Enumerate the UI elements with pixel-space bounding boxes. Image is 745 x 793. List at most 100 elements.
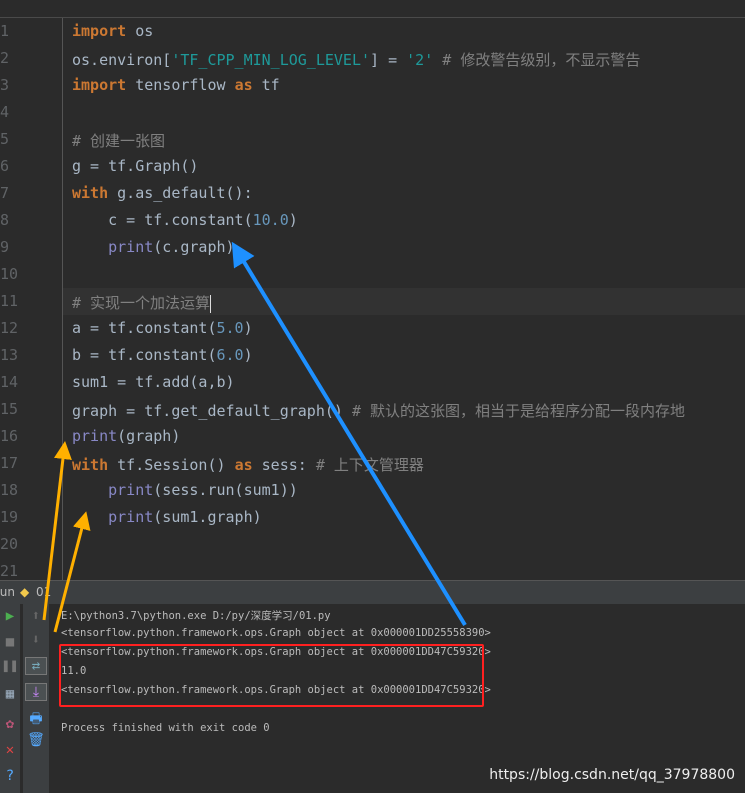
code-token: tf [252,76,280,94]
console-line: Process finished with exit code 0 [61,722,270,734]
code-line[interactable]: import os [72,22,153,40]
code-token: tf.Session() [108,456,235,474]
line-number: 6 [0,157,10,175]
code-token: # 实现一个加法运算 [72,294,211,312]
run-panel-header: Run ◆ 01 [0,580,745,604]
code-token: # 创建一张图 [72,132,166,150]
code-line[interactable]: b = tf.constant(6.0) [72,346,253,364]
soft-wrap-icon[interactable]: ⇄ [25,657,47,675]
gutter-divider [62,18,63,580]
line-number: 21 [0,562,19,580]
line-number: 19 [0,508,19,526]
highlight-box [59,644,484,707]
down-arrow-icon[interactable]: ⬇ [26,632,46,648]
code-line[interactable]: graph = tf.get_default_graph() # 默认的这张图，… [72,400,685,421]
code-token: (sum1.graph) [153,508,262,526]
code-line[interactable]: a = tf.constant(5.0) [72,319,253,337]
line-number: 15 [0,400,19,418]
line-number: 5 [0,130,10,148]
code-token: # 默认的这张图，相当于是给程序分配一段内存地 [351,402,686,420]
debug-icon[interactable]: ✿ [0,716,20,732]
up-arrow-icon[interactable]: ⬆ [26,608,46,624]
code-line[interactable]: with g.as_default(): [72,184,253,202]
code-line[interactable]: g = tf.Graph() [72,157,198,175]
run-toolbar: ▶ ■ ❚❚ ▦ ✿ ✕ ? [0,604,20,793]
code-token: 5.0 [216,319,244,337]
console-toolbar: ⬆ ⬇ ⇄ ⤓ 🖶 🗑 [22,604,49,793]
code-token: # 修改警告级别，不显示警告 [433,51,641,69]
line-number: 11 [0,292,19,310]
code-token: os.environ[ [72,51,172,69]
code-token: b = tf.constant( [72,346,217,364]
code-line[interactable]: os.environ['TF_CPP_MIN_LOG_LEVEL'] = '2'… [72,49,640,70]
code-token: import [72,76,127,94]
code-token: ) [243,346,253,364]
pause-icon[interactable]: ❚❚ [0,658,20,674]
code-token: graph = tf.get_default_graph() [72,402,352,420]
code-line[interactable]: import tensorflow as tf [72,76,280,94]
watermark: https://blog.csdn.net/qq_37978800 [489,767,735,783]
console-line: E:\python3.7\python.exe D:/py/深度学习/01.py [61,610,331,622]
line-number: 14 [0,373,19,391]
code-token: as [234,76,253,94]
code-line[interactable]: # 实现一个加法运算 [72,292,212,313]
run-tab[interactable]: 01 [36,581,51,604]
code-token: as [234,456,253,474]
code-token: import [72,22,127,40]
code-token: g.as_default(): [108,184,253,202]
code-line[interactable]: with tf.Session() as sess: # 上下文管理器 [72,454,424,475]
code-token: tensorflow [126,76,235,94]
line-number: 9 [0,238,10,256]
stop-icon[interactable]: ■ [0,634,20,650]
line-number: 20 [0,535,19,553]
code-token: (sess.run(sum1)) [153,481,298,499]
help-icon[interactable]: ? [0,768,20,784]
line-number: 2 [0,49,10,67]
code-line[interactable]: print(graph) [72,427,180,445]
code-line[interactable]: print(c.graph) [72,238,235,256]
print-icon[interactable]: 🖶 [26,708,46,732]
code-line[interactable]: # 创建一张图 [72,130,165,151]
code-token: ) [288,211,298,229]
code-token: with [72,184,109,202]
code-token: with [72,456,109,474]
code-line[interactable]: sum1 = tf.add(a,b) [72,373,235,391]
code-token: print [108,508,154,526]
code-token: 'TF_CPP_MIN_LOG_LEVEL' [171,51,371,69]
code-token: print [108,238,154,256]
code-token: sum1 = tf.add(a,b) [72,373,235,391]
code-token: 10.0 [252,211,289,229]
run-label: Run [0,585,16,599]
line-number: 10 [0,265,19,283]
code-line[interactable]: print(sum1.graph) [72,508,262,526]
code-token: os [126,22,154,40]
python-icon: ◆ [20,585,30,599]
code-line[interactable]: print(sess.run(sum1)) [72,481,298,499]
rerun-icon[interactable]: ▶ [0,608,20,624]
code-token: (graph) [117,427,181,445]
line-number: 8 [0,211,10,229]
line-number: 4 [0,103,10,121]
code-token: print [108,481,154,499]
line-number: 12 [0,319,19,337]
trash-icon[interactable]: 🗑 [26,732,46,748]
layout-icon[interactable]: ▦ [0,686,20,702]
close-icon[interactable]: ✕ [0,742,20,758]
code-token: # 上下文管理器 [315,456,424,474]
code-token: '2' [406,51,434,69]
code-line[interactable]: c = tf.constant(10.0) [72,211,298,229]
line-number: 16 [0,427,19,445]
scroll-to-end-icon[interactable]: ⤓ [25,683,47,701]
code-token: a = tf.constant( [72,319,217,337]
code-token: (c.graph) [153,238,235,256]
editor-tab-bar [0,0,745,18]
line-number: 1 [0,22,10,40]
text-caret [210,294,212,313]
line-number: 3 [0,76,10,94]
line-number: 13 [0,346,19,364]
code-token: 6.0 [216,346,244,364]
line-number: 18 [0,481,19,499]
